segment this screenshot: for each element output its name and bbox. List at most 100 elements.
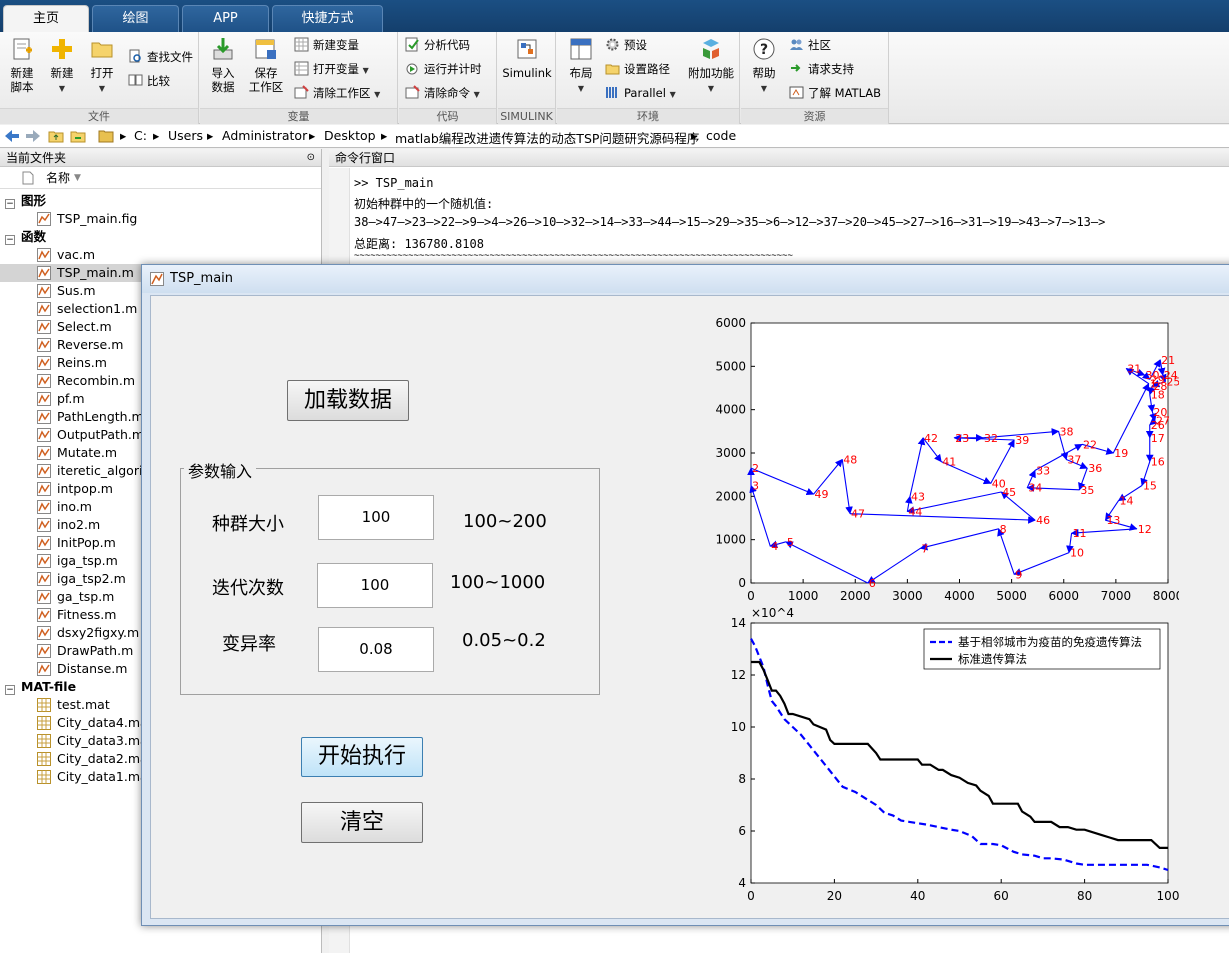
clear-button[interactable]: 清空 xyxy=(301,802,423,843)
mat-file-icon xyxy=(37,698,51,712)
file-name: Sus.m xyxy=(57,283,96,298)
tab-shortcuts[interactable]: 快捷方式 xyxy=(272,5,383,32)
file-name: City_data2.mat xyxy=(57,751,153,766)
file-group-label: 文件 xyxy=(0,108,198,124)
clear-commands-button[interactable]: 清除命令 ▼ xyxy=(405,83,480,103)
name-column-label: 名称 xyxy=(46,171,71,185)
file-section-header[interactable]: − 图形 xyxy=(0,192,46,210)
breadcrumb-desktop[interactable]: Desktop xyxy=(324,128,376,143)
breadcrumb-users[interactable]: Users xyxy=(168,128,203,143)
save-workspace-button[interactable]: 保存 工作区 xyxy=(244,36,288,94)
new-button[interactable]: 新建 ▼ xyxy=(44,36,80,96)
column-header[interactable]: 名称 ▼ xyxy=(0,167,321,189)
convergence-plot: 0 20 40 60 80 100 4 6 8 10 12 14 ×10^4 基于相邻城市为疫苗的免疫遗传… xyxy=(731,606,1179,903)
analyze-code-button[interactable]: 分析代码 xyxy=(405,35,470,55)
breadcrumb-administrator[interactable]: Administrator xyxy=(222,128,307,143)
breadcrumb-drive[interactable]: C: xyxy=(134,128,147,143)
file-list-item[interactable]: vac.m xyxy=(0,246,322,264)
open-button[interactable]: 打开 ▼ xyxy=(84,36,120,96)
simulink-icon xyxy=(517,39,537,59)
m-file-icon xyxy=(37,410,51,424)
svg-text:?: ? xyxy=(760,42,768,58)
x-tick-label: 40 xyxy=(910,889,925,903)
tab-home[interactable]: 主页 xyxy=(3,5,89,32)
population-size-input[interactable]: 100 xyxy=(318,495,434,540)
breadcrumb-code[interactable]: code xyxy=(706,128,736,143)
learn-matlab-button[interactable]: 了解 MATLAB xyxy=(789,83,881,103)
ribbon-tab-bar: 主页 绘图 APP 快捷方式 xyxy=(0,0,1229,32)
city-label: 34 xyxy=(1028,482,1042,495)
y-tick-label: 1000 xyxy=(715,533,746,547)
city-label: 21 xyxy=(1161,354,1175,367)
file-name: ino2.m xyxy=(57,517,101,532)
y-tick-label: 5000 xyxy=(715,359,746,373)
y-tick-label: 6 xyxy=(738,824,746,838)
find-files-button[interactable]: 查找文件 xyxy=(128,47,193,67)
forward-arrow-icon[interactable] xyxy=(25,129,41,143)
addons-button[interactable]: 附加功能 ▼ xyxy=(685,36,737,96)
y-tick-label: 8 xyxy=(738,772,746,786)
back-arrow-icon[interactable] xyxy=(4,129,20,143)
m-file-icon xyxy=(37,248,51,262)
figure-window[interactable]: TSP_main 加载数据 参数输入 种群大小 100 100~200 迭代次数… xyxy=(141,264,1229,926)
simulink-group-label: SIMULINK xyxy=(498,108,555,124)
browse-folder-icon[interactable] xyxy=(70,128,86,144)
m-file-icon xyxy=(37,428,51,442)
file-section-label: MAT-file xyxy=(21,679,77,694)
new-script-button[interactable]: 新建 脚本 xyxy=(4,36,40,94)
city-label: 14 xyxy=(1119,495,1133,508)
code-group: 分析代码 运行并计时 清除命令 ▼ 代码 xyxy=(399,32,497,124)
file-section-header[interactable]: − 函数 xyxy=(0,228,46,246)
iterations-input[interactable]: 100 xyxy=(317,563,433,608)
help-button[interactable]: ? 帮助 ▼ xyxy=(745,36,783,96)
city-label: 3 xyxy=(752,480,759,493)
set-path-button[interactable]: 设置路径 xyxy=(605,59,670,79)
collapse-toggle-icon[interactable]: − xyxy=(5,685,15,695)
run-and-time-button[interactable]: 运行并计时 xyxy=(405,59,482,79)
file-name: PathLength.m xyxy=(57,409,144,424)
community-label: 社区 xyxy=(808,38,831,52)
panel-menu-icon[interactable]: ⊙ xyxy=(307,149,315,167)
open-variable-button[interactable]: 打开变量 ▼ xyxy=(294,59,369,79)
layout-button[interactable]: 布局 ▼ xyxy=(561,36,601,96)
simulink-button[interactable]: Simulink xyxy=(500,36,554,80)
preferences-button[interactable]: 预设 xyxy=(605,35,647,55)
import-data-label: 导入 数据 xyxy=(211,66,235,94)
folder-icon xyxy=(91,42,113,58)
clear-workspace-button[interactable]: 清除工作区 ▼ xyxy=(294,83,380,103)
file-list-item[interactable]: TSP_main.fig xyxy=(0,210,322,228)
city-label: 48 xyxy=(843,454,857,467)
run-and-time-label: 运行并计时 xyxy=(424,62,482,76)
new-dropdown-icon: ▼ xyxy=(58,84,66,93)
request-support-button[interactable]: 请求支持 xyxy=(789,59,854,79)
tab-apps[interactable]: APP xyxy=(182,5,269,32)
parallel-button[interactable]: Parallel ▼ xyxy=(605,83,676,103)
figure-title-bar[interactable]: TSP_main xyxy=(142,265,1229,293)
new-label: 新建 xyxy=(50,66,74,80)
import-data-button[interactable]: 导入 数据 xyxy=(204,36,242,94)
compare-button[interactable]: 比较 xyxy=(128,71,170,91)
m-file-icon xyxy=(37,626,51,640)
community-button[interactable]: 社区 xyxy=(789,35,831,55)
command-line-distance: 总距离: 136780.8108 xyxy=(354,237,484,251)
clear-workspace-dropdown-icon: ▼ xyxy=(374,90,381,99)
variable-group: 导入 数据 保存 工作区 新建变量 打开变量 ▼ 清除工作区 ▼ 变量 xyxy=(200,32,398,124)
city-label: 33 xyxy=(1036,464,1050,477)
load-data-button[interactable]: 加载数据 xyxy=(287,380,409,421)
tab-plots[interactable]: 绘图 xyxy=(92,5,179,32)
breadcrumb-project-folder[interactable]: matlab编程改进遗传算法的动态TSP问题研究源码程序 xyxy=(395,128,699,147)
command-line-route: 38—>47—>23—>22—>9—>4—>26—>10—>32—>14—>33… xyxy=(354,215,1106,229)
file-section-header[interactable]: − MAT-file xyxy=(0,678,76,696)
collapse-toggle-icon[interactable]: − xyxy=(5,235,15,245)
up-folder-icon[interactable] xyxy=(48,128,64,144)
y-tick-label: 0 xyxy=(738,576,746,590)
mutation-rate-input[interactable]: 0.08 xyxy=(318,627,434,672)
run-and-time-icon xyxy=(406,63,418,75)
new-variable-button[interactable]: 新建变量 xyxy=(294,35,359,55)
new-script-label: 新建 脚本 xyxy=(10,66,34,94)
clear-workspace-label: 清除工作区 xyxy=(313,86,371,100)
code-group-label: 代码 xyxy=(399,108,496,124)
collapse-toggle-icon[interactable]: − xyxy=(5,199,15,209)
start-button[interactable]: 开始执行 xyxy=(301,737,423,777)
file-name: Fitness.m xyxy=(57,607,117,622)
